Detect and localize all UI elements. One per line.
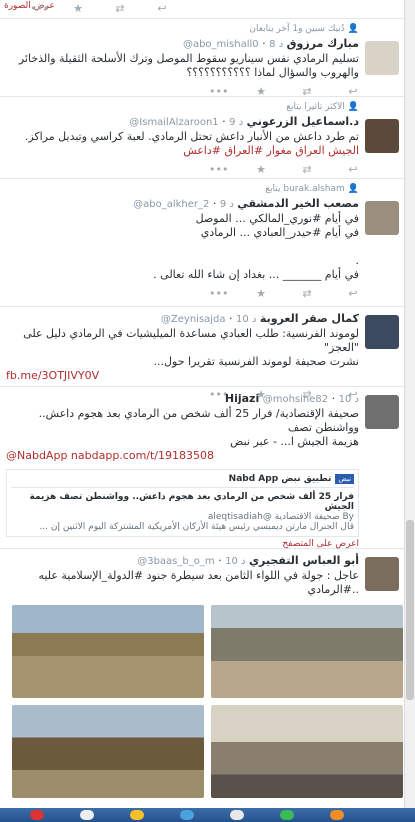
reply-icon[interactable]: ↩ (347, 287, 359, 301)
tweet-photo[interactable] (12, 605, 204, 698)
link-card[interactable]: نبضتطبيق نبض Nabd App فرار 25 ألف شخص من… (6, 469, 359, 537)
author-name[interactable]: أبو العباس التفجيري (249, 554, 359, 567)
tweet[interactable]: 👤burak.alsham يتابع مصعب الخير الدمشقي @… (0, 179, 405, 307)
taskbar-app-icon[interactable] (80, 810, 94, 820)
taskbar-app-icon[interactable] (30, 810, 44, 820)
tweet-header: أبو العباس التفجيري @3baas_b_o_m · 10 د (137, 554, 359, 567)
tweet[interactable]: أبو العباس التفجيري @3baas_b_o_m · 10 د … (0, 549, 405, 808)
user-icon: 👤 (347, 24, 359, 34)
tweet-time[interactable]: 9 د (229, 117, 243, 128)
author-handle[interactable]: @Zeynisajda (161, 314, 226, 325)
taskbar-app-icon[interactable] (230, 810, 244, 820)
card-byline: By صحيفة الاقتصادية @aleqtisadiah (207, 512, 354, 522)
tweet-context: 👤burak.alsham يتابع (265, 184, 359, 194)
tweet-header: مبارك مرزوق @abo_mishall0 · 8 د (182, 37, 359, 50)
user-icon: 👤 (347, 102, 359, 112)
avatar[interactable] (365, 395, 399, 429)
retweet-icon[interactable]: ⇄ (301, 163, 313, 177)
more-icon[interactable]: ••• (209, 163, 228, 177)
tweet-time[interactable]: 8 د (269, 39, 283, 50)
retweet-icon[interactable]: ⇄ (114, 2, 126, 16)
divider (11, 487, 354, 488)
tweet-text: صحيفة الإقتصادية/ فرار 25 ألف شخص من الر… (6, 407, 359, 463)
reply-icon[interactable]: ↩ (347, 163, 359, 177)
tweet-header: د.اسماعيل الزرعوني @IsmailAlzaroon1 · 9 … (129, 115, 359, 128)
tweet[interactable]: كمال صقر العروبة @Zeynisajda · 10 د لومو… (0, 307, 405, 401)
tweet-actions: ••• ★ ⇄ ↩ (6, 282, 359, 303)
author-name[interactable]: Hijazi (225, 392, 259, 405)
tweet-context: 👤الاكثر تاثيرا يتابع (286, 102, 359, 112)
favorite-icon[interactable]: ★ (72, 2, 84, 16)
app-badge: نبض (335, 474, 354, 484)
author-name[interactable]: كمال صقر العروبة (260, 312, 359, 325)
tweet-photo[interactable] (211, 705, 403, 798)
author-name[interactable]: مبارك مرزوق (287, 37, 359, 50)
vertical-scrollbar[interactable] (404, 0, 415, 808)
author-name[interactable]: د.اسماعيل الزرعوني (247, 115, 359, 128)
taskbar-app-icon[interactable] (280, 810, 294, 820)
author-handle[interactable]: @3baas_b_o_m (137, 556, 214, 567)
photo-grid (6, 597, 403, 798)
user-icon: 👤 (347, 184, 359, 194)
avatar[interactable] (365, 315, 399, 349)
author-handle[interactable]: @abo_alkher_2 (133, 199, 209, 210)
tweet-actions: ••• ★ ⇄ ↩ (30, 0, 168, 18)
author-name[interactable]: مصعب الخير الدمشقي (237, 197, 359, 210)
tweet-actions: ••• ★ ⇄ ↩ (6, 158, 359, 179)
tweet-time[interactable]: 10 د (225, 556, 245, 567)
tweet-link[interactable]: @NabdApp nabdapp.com/t/19183508 (6, 449, 359, 463)
more-icon[interactable]: ••• (30, 2, 49, 16)
avatar[interactable] (365, 201, 399, 235)
card-body: قال الجنرال مارتن ديمبسي رئيس هيئة الأرك… (39, 522, 354, 532)
reply-icon[interactable]: ↩ (156, 2, 168, 16)
tweet-text: تم طرد داعش من الأنبار داعش تحتل الرمادي… (24, 130, 359, 157)
taskbar (0, 808, 415, 822)
author-handle[interactable]: @IsmailAlzaroon1 (129, 117, 218, 128)
favorite-icon[interactable]: ★ (255, 287, 267, 301)
tweet-header: Hijazi @mohsine82 · 10 د (224, 392, 359, 405)
previous-tweet-footer: عرض الصورة ••• ★ ⇄ ↩ (0, 0, 405, 19)
avatar[interactable] (365, 41, 399, 75)
tweet-text: في أيام #نوري_المالكي ... الموصل في أيام… (153, 212, 359, 281)
tweet-header: مصعب الخير الدمشقي @abo_alkher_2 · 9 د (133, 197, 359, 210)
tweet-time[interactable]: 10 د (236, 314, 256, 325)
favorite-icon[interactable]: ★ (255, 163, 267, 177)
more-icon[interactable]: ••• (209, 287, 228, 301)
taskbar-app-icon[interactable] (330, 810, 344, 820)
tweet-link[interactable]: fb.me/3OTJIVY0V (6, 369, 359, 383)
avatar[interactable] (365, 119, 399, 153)
view-in-browser-link[interactable]: اعرض على المتصفح (6, 539, 359, 549)
card-app-name: تطبيق نبض Nabd App (228, 474, 332, 484)
tweet[interactable]: Hijazi @mohsine82 · 10 د صحيفة الإقتصادي… (0, 387, 405, 549)
retweet-icon[interactable]: ⇄ (301, 287, 313, 301)
avatar[interactable] (365, 557, 399, 591)
tweet-text: لوموند الفرنسية: طلب العبادي مساعدة المي… (6, 327, 359, 383)
tweet-time[interactable]: 10 د (339, 394, 359, 405)
author-handle[interactable]: @mohsine82 (263, 394, 328, 405)
tweet-header: كمال صقر العروبة @Zeynisajda · 10 د (160, 312, 359, 325)
tweet[interactable]: 👤دُبيك سبين و1 آخر يتابعان مبارك مرزوق @… (0, 19, 405, 98)
tweet-photo[interactable] (211, 605, 403, 698)
tweet-text: عاجل : جولة في اللواء الثامن بعد سيطرة ج… (38, 569, 359, 596)
tweet-context: 👤دُبيك سبين و1 آخر يتابعان (249, 24, 359, 34)
tweet-photo[interactable] (12, 705, 204, 798)
timeline: عرض الصورة ••• ★ ⇄ ↩ 👤دُبيك سبين و1 آخر … (0, 0, 405, 808)
tweet-time[interactable]: 9 د (220, 199, 234, 210)
scrollbar-thumb[interactable] (406, 520, 414, 700)
tweet-text: تسليم الرمادي نفس سيناريو سقوط الموصل وت… (18, 52, 359, 79)
taskbar-app-icon[interactable] (180, 810, 194, 820)
tweet[interactable]: 👤الاكثر تاثيرا يتابع د.اسماعيل الزرعوني … (0, 97, 405, 179)
card-title[interactable]: فرار 25 ألف شخص من الرمادي بعد هجوم داعش… (11, 492, 355, 512)
author-handle[interactable]: @abo_mishall0 (183, 39, 259, 50)
taskbar-app-icon[interactable] (130, 810, 144, 820)
